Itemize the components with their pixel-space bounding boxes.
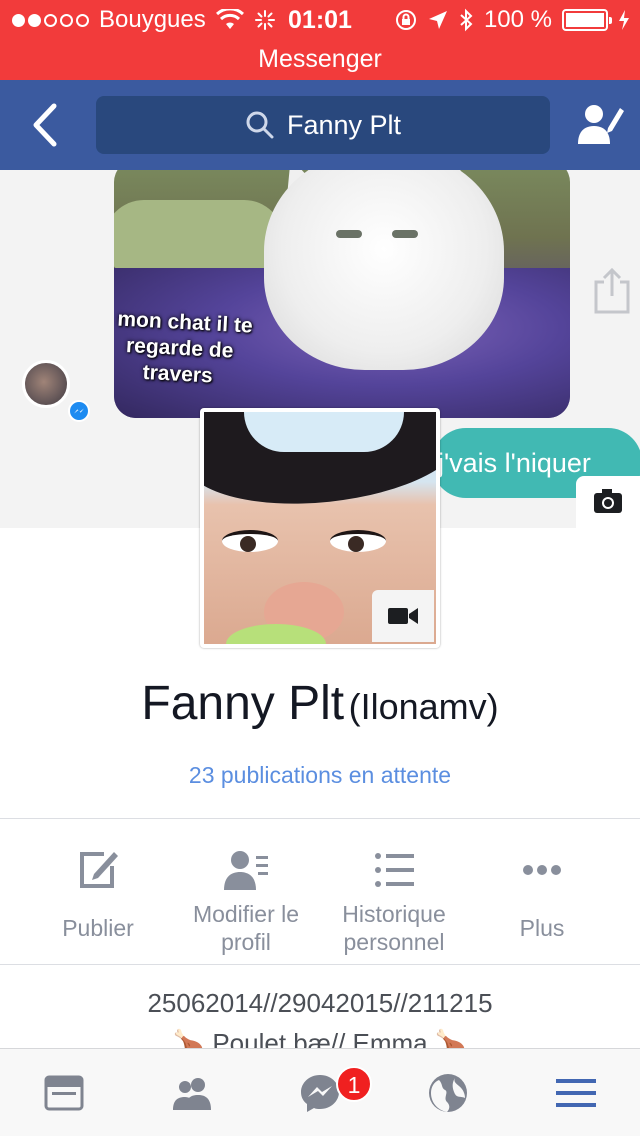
news-feed-icon	[44, 1075, 84, 1111]
status-bar: Bouygues 01:01 100 %	[0, 0, 640, 40]
tab-menu[interactable]	[512, 1049, 640, 1136]
profile-alt-name: (Ilonamv)	[348, 686, 499, 727]
photo-caption: mon chat il te regarde de travers	[114, 307, 253, 392]
back-icon[interactable]	[26, 102, 66, 148]
edit-profile-icon	[224, 851, 268, 890]
more-icon	[523, 865, 561, 875]
tab-friends[interactable]	[128, 1049, 256, 1136]
divider	[0, 818, 640, 819]
publish-label: Publier	[62, 915, 134, 941]
profile-picture[interactable]	[200, 408, 440, 648]
search-field[interactable]: Fanny Plt	[96, 96, 550, 154]
publish-button[interactable]: Publier	[18, 828, 178, 962]
share-icon[interactable]	[592, 266, 632, 314]
battery-percent: 100 %	[483, 6, 552, 33]
charging-icon	[619, 10, 629, 30]
more-button[interactable]: Plus	[462, 828, 622, 962]
profile-name: Fanny Plt	[141, 677, 345, 730]
menu-icon	[556, 1079, 596, 1107]
tab-notifications[interactable]	[384, 1049, 512, 1136]
bluetooth-icon	[460, 8, 473, 32]
messenger-badge-count: 1	[336, 1066, 372, 1102]
profile-name-row: Fanny Plt (Ilonamv)	[0, 676, 640, 731]
messenger-icon	[68, 400, 90, 422]
messenger-icon	[301, 1075, 339, 1112]
nav-bar: Fanny Plt	[0, 80, 640, 170]
battery-icon	[562, 9, 612, 31]
status-right: 100 %	[394, 6, 630, 34]
activity-log-label-1: Historique	[342, 901, 446, 927]
rotation-lock-icon	[395, 10, 416, 30]
video-camera-icon	[388, 608, 418, 624]
edit-profile-icon[interactable]	[574, 98, 626, 150]
friends-icon	[173, 1078, 211, 1110]
app-root: Bouygues 01:01 100 % Messenger Fanny Plt…	[0, 0, 640, 1136]
bio-line-1: 25062014//29042015//211215	[147, 988, 493, 1018]
cover-photo[interactable]: mon chat il te regarde de travers	[114, 170, 570, 418]
edit-profile-label-2: profil	[221, 929, 271, 955]
cat-image	[264, 170, 504, 370]
location-icon	[428, 11, 447, 29]
camera-icon	[594, 489, 622, 513]
tab-bar	[0, 1048, 640, 1136]
edit-profile-label-1: Modifier le	[192, 901, 300, 927]
tab-news-feed[interactable]	[0, 1049, 128, 1136]
edit-profile-button[interactable]: Modifier le profil	[166, 828, 326, 962]
profile-video-button[interactable]	[372, 590, 434, 642]
bio-line-2: 🍗 Poulet bæ// Emma 🍗	[172, 1028, 468, 1050]
search-value: Fanny Plt	[286, 109, 402, 140]
more-label: Plus	[519, 915, 565, 941]
search-icon	[246, 111, 274, 139]
compose-icon	[80, 852, 118, 888]
activity-log-button[interactable]: Historique personnel	[314, 828, 474, 962]
chat-avatar	[22, 360, 70, 408]
globe-icon	[429, 1074, 467, 1112]
pending-posts-link[interactable]: 23 publications en attente	[0, 762, 640, 789]
list-icon	[375, 853, 414, 887]
activity-log-label-2: personnel	[343, 929, 445, 955]
cover-camera-button[interactable]	[576, 476, 640, 528]
profile-actions: Publier Modifier le profil Historique pe…	[0, 828, 640, 962]
return-to-app-bar[interactable]: Messenger	[0, 40, 640, 80]
divider	[0, 964, 640, 965]
